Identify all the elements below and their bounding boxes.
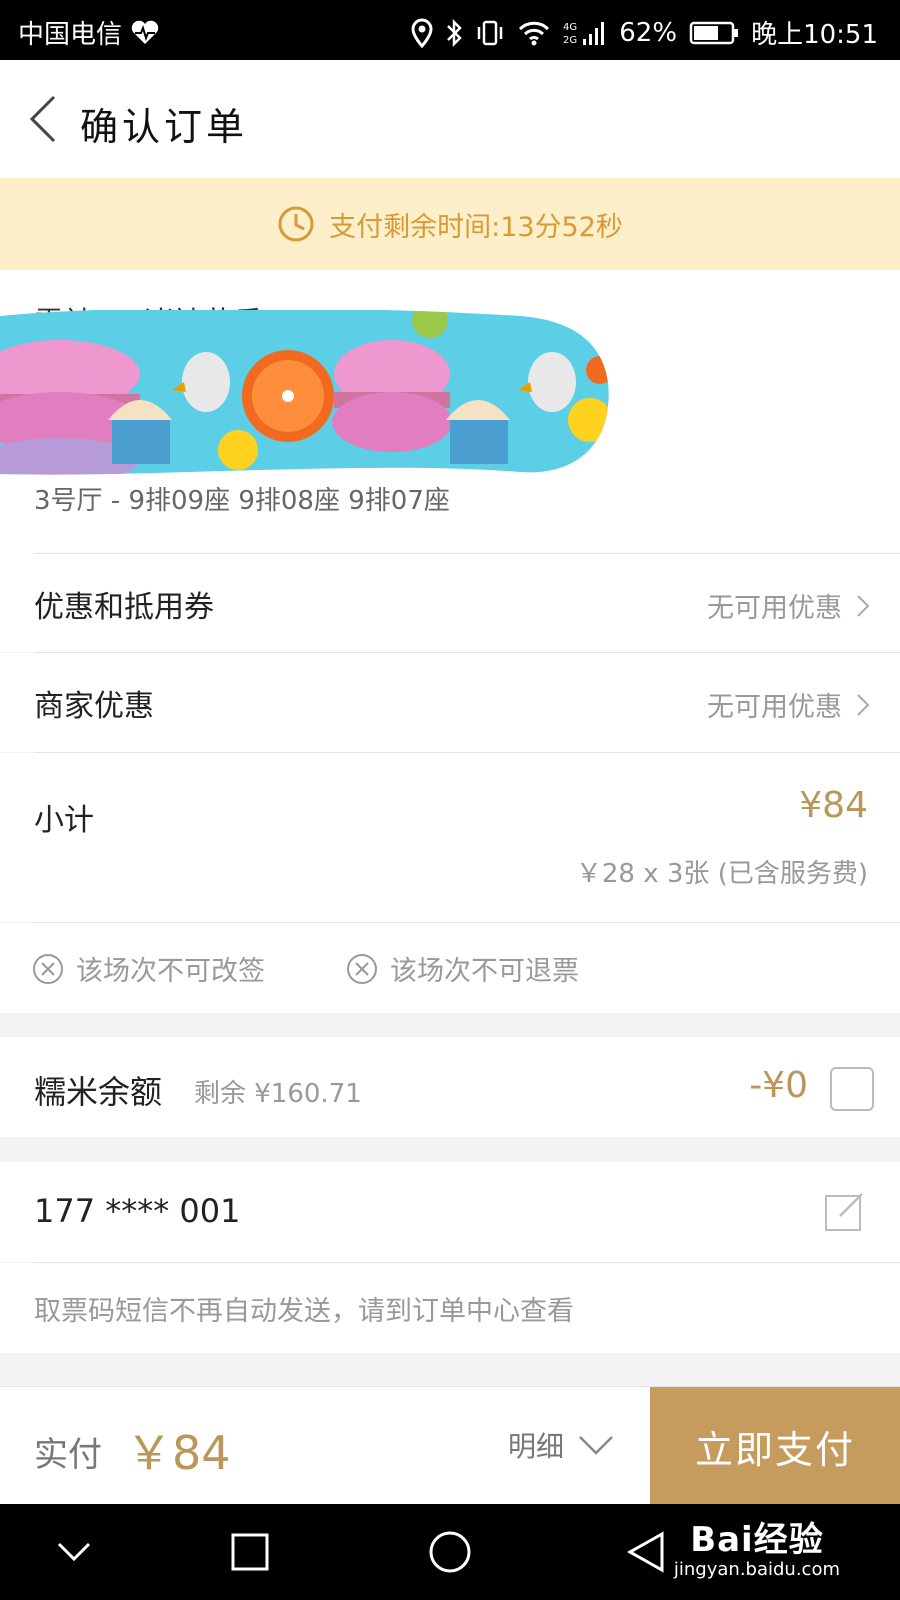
edit-icon (825, 1193, 863, 1231)
svg-text:2G: 2G (563, 35, 577, 46)
status-left: 中国电信 (18, 14, 160, 51)
watermark-url: jingyan.baidu.com (673, 1559, 840, 1580)
page-title: 确认订单 (80, 105, 249, 149)
square-icon (231, 1533, 269, 1571)
subtotal-label: 小计 (34, 803, 94, 838)
balance-label: 糯米余额 (34, 1073, 163, 1111)
coupon-value-group: 无可用优惠 (707, 586, 870, 625)
system-nav-bar: Bai经验 jingyan.baidu.com (0, 1504, 900, 1600)
cross-circle-icon (347, 953, 377, 984)
balance-deduction: -¥0 (749, 1065, 808, 1106)
payment-bar: 实付 ￥84 明细 立即支付 (0, 1386, 900, 1505)
merchant-discount-value-group: 无可用优惠 (707, 685, 870, 724)
heart-rate-icon (130, 20, 160, 46)
home-button[interactable] (420, 1524, 480, 1580)
bluetooth-icon (445, 18, 463, 48)
detail-toggle[interactable]: 明细 (508, 1425, 614, 1465)
chevron-right-icon (857, 594, 870, 617)
edit-phone-button[interactable] (824, 1190, 866, 1236)
svg-text:4G: 4G (563, 22, 577, 33)
hide-nav-button[interactable] (44, 1524, 104, 1580)
merchant-discount-label: 商家优惠 (34, 689, 154, 724)
watermark-logo: Bai经验 (690, 1520, 824, 1560)
no-refund-notice: 该场次不可退票 (346, 949, 579, 988)
baidu-jingyan-watermark: Bai经验 jingyan.baidu.com (674, 1512, 840, 1580)
coupon-label: 优惠和抵用券 (34, 590, 214, 625)
back-button[interactable] (18, 88, 68, 150)
subtotal-row: 小计 ¥84 ￥28 x 3张 (已含服务费) (0, 753, 900, 922)
movie-info-section: 雷神3：诸神黄昏 (0, 270, 900, 554)
clock: 晚上10:51 (751, 20, 878, 50)
carrier-label: 中国电信 (18, 20, 123, 50)
phone-row: 177 **** 001 (0, 1162, 900, 1262)
location-icon (411, 17, 433, 48)
balance-checkbox[interactable] (830, 1067, 874, 1111)
payment-countdown-banner: 支付剩余时间:13分52秒 (0, 178, 900, 270)
sms-hint: 取票码短信不再自动发送，请到订单中心查看 (34, 1296, 574, 1327)
coupon-value: 无可用优惠 (707, 593, 842, 624)
vibrate-icon (475, 19, 505, 47)
recent-apps-button[interactable] (220, 1524, 280, 1580)
ticket-policy-row: 该场次不可改签 该场次不可退票 (0, 923, 900, 1013)
cross-circle-icon (33, 953, 63, 984)
merchant-discount-value: 无可用优惠 (707, 692, 842, 723)
triangle-left-icon (626, 1531, 664, 1573)
hall-seats: 3号厅 - 9排09座 9排08座 9排07座 (34, 486, 450, 516)
no-refund-text: 该场次不可退票 (390, 956, 579, 987)
dessert-sticker-overlay (0, 310, 609, 475)
page-header: 确认订单 (0, 60, 900, 178)
chevron-left-icon (29, 95, 56, 143)
chevron-down-icon (579, 1436, 613, 1455)
phone-number: 177 **** 001 (34, 1192, 241, 1230)
chevron-down-icon (57, 1542, 91, 1562)
balance-remaining: 剩余 ¥160.71 (194, 1079, 362, 1109)
wifi-icon (517, 19, 551, 47)
chevron-right-icon (857, 693, 870, 716)
subtotal-amount: ¥84 (799, 785, 868, 826)
no-change-text: 该场次不可改签 (76, 956, 265, 987)
actual-pay-label: 实付 (34, 1435, 102, 1475)
merchant-discount-row[interactable]: 商家优惠 无可用优惠 (0, 653, 900, 752)
status-right: 4G 2G 62% 晚上10:51 (411, 14, 878, 51)
battery-percent: 62% (619, 17, 678, 48)
countdown-text: 支付剩余时间:13分52秒 (329, 211, 623, 243)
subtotal-detail: ￥28 x 3张 (已含服务费) (575, 859, 868, 889)
back-nav-button[interactable] (616, 1524, 676, 1580)
coupon-row[interactable]: 优惠和抵用券 无可用优惠 (0, 554, 900, 652)
actual-pay-amount: ￥84 (126, 1426, 231, 1480)
detail-label: 明细 (508, 1430, 565, 1463)
battery-icon (689, 20, 739, 46)
no-change-notice: 该场次不可改签 (32, 949, 265, 988)
circle-icon (429, 1531, 471, 1573)
signal-icon: 4G 2G (563, 19, 607, 47)
sms-hint-row: 取票码短信不再自动发送，请到订单中心查看 (0, 1263, 900, 1353)
balance-row[interactable]: 糯米余额 剩余 ¥160.71 -¥0 (0, 1037, 900, 1137)
clock-icon (278, 206, 314, 242)
pay-now-button[interactable]: 立即支付 (650, 1387, 900, 1505)
status-bar: 中国电信 4G 2G 62% 晚上10:51 (0, 0, 900, 60)
